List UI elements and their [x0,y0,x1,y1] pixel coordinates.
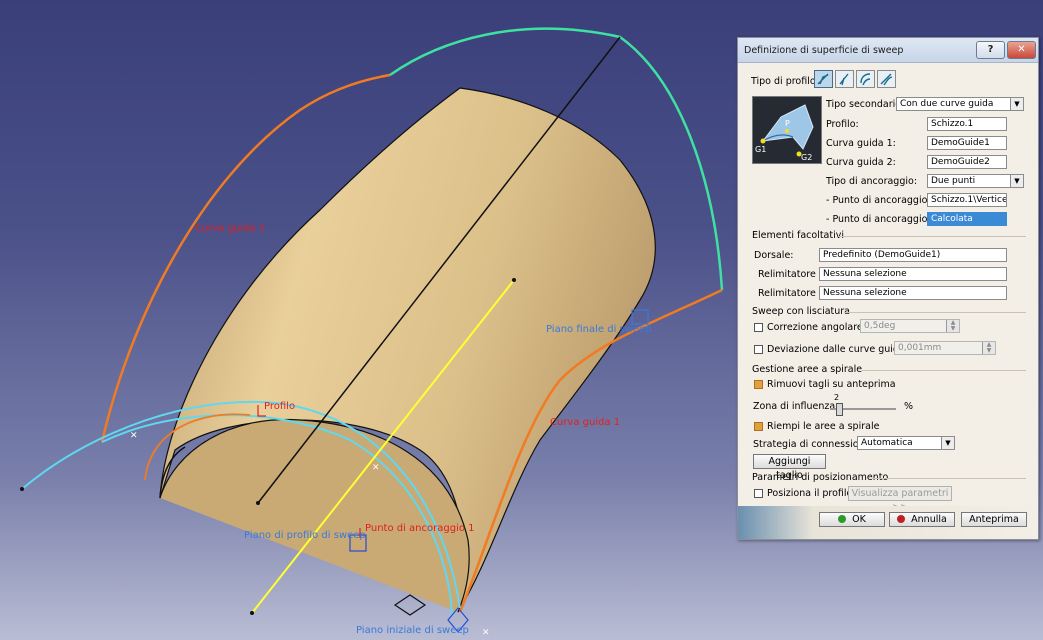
label-curva-guida-1-right[interactable]: Curva guida 1 [550,417,620,428]
slider-thumb[interactable] [836,403,844,416]
sweep-surface-dialog: Definizione di superficie di sweep ? ✕ T… [737,37,1039,540]
ok-icon [838,515,847,523]
profile-preview-image: G1 G2 P [752,96,822,164]
dialog-title: Definizione di superficie di sweep [744,45,904,56]
posizionamento-header: Parametri di posizionamento [752,472,889,483]
chevron-down-icon[interactable]: ▼ [1010,98,1023,110]
lisciatura-header: Sweep con lisciatura [752,306,851,317]
zona-influenza-label: Zona di influenza [753,401,836,412]
label-piano-finale[interactable]: Piano finale di sweep [546,324,652,335]
curve-endpoint [512,278,516,282]
cross-marker: ✕ [482,628,490,638]
spinner-icon[interactable]: ▲ ▼ [982,342,995,354]
tipo-ancoraggio-value: Due punti [931,176,976,186]
annulla-label: Annulla [911,514,947,525]
deviazione-checkbox[interactable] [754,345,763,354]
dorsale-field[interactable]: Predefinito (DemoGuide1) [819,248,1007,262]
annulla-button[interactable]: Annulla [889,512,955,527]
strategia-combo[interactable]: Automatica ▼ [857,436,955,450]
rimuovi-tagli-checkbox[interactable] [754,380,763,389]
dialog-titlebar[interactable]: Definizione di superficie di sweep ? ✕ [738,38,1038,63]
riempi-aree-label: Riempi le aree a spirale [767,421,880,432]
relimitatore-1-field[interactable]: Nessuna selezione [819,267,1007,281]
spinner-icon[interactable]: ▲ ▼ [946,320,959,332]
label-curva-guida-1-left[interactable]: Curva guida 1 [195,223,265,234]
tipo-ancoraggio-label: Tipo di ancoraggio: [826,176,918,187]
strategia-label: Strategia di connessione: [753,439,874,450]
tipo-secondario-label: Tipo secondario: [826,99,905,110]
label-punto-ancoraggio[interactable]: Punto di ancoraggio 1 [365,523,475,534]
curva-guida-1-label: Curva guida 1: [826,138,896,149]
tipo-secondario-value: Con due curve guida [900,99,994,109]
close-button[interactable]: ✕ [1007,41,1036,59]
preview-g1-label: G1 [755,145,767,154]
deviazione-field[interactable]: 0,001mm ▲ ▼ [894,341,996,355]
curva-guida-2-field[interactable]: DemoGuide2 [927,155,1007,169]
spirale-header: Gestione aree a spirale [752,364,863,375]
chevron-down-icon[interactable]: ▼ [1010,175,1023,187]
help-button[interactable]: ? [976,41,1005,59]
riempi-aree-checkbox[interactable] [754,422,763,431]
group-divider [872,478,1026,479]
zona-influenza-unit: % [904,401,914,412]
posiziona-profilo-checkbox[interactable] [754,489,763,498]
deviazione-value: 0,001mm [898,343,942,353]
zona-influenza-value: 2 [834,393,840,402]
deviazione-label: Deviazione dalle curve guida: [767,344,908,355]
correzione-angolare-value: 0,5deg [864,321,896,331]
posiziona-profilo-label: Posiziona il profilo [767,488,853,499]
curve-endpoint [250,611,254,615]
cross-marker: ✕ [130,431,138,441]
relimitatore-2-label: Relimitatore 2: [758,288,829,299]
line-profile-icon[interactable] [835,70,854,88]
punto-ancoraggio-1-field[interactable]: Schizzo.1\Vertice [927,193,1007,207]
profilo-label: Profilo: [826,119,859,130]
cross-marker: ✕ [372,463,380,473]
anteprima-button[interactable]: Anteprima [961,512,1027,527]
correzione-angolare-label: Correzione angolare: [767,322,866,333]
group-divider [838,236,1026,237]
plane-marker-4 [631,309,649,325]
dorsale-label: Dorsale: [754,250,794,261]
cancel-icon [897,515,906,523]
strategia-value: Automatica [861,438,913,448]
relimitatore-1-label: Relimitatore 1: [758,269,829,280]
punto-ancoraggio-1-label: - Punto di ancoraggio 1: [826,195,940,206]
preview-g2-label: G2 [801,153,813,162]
tipo-secondario-combo[interactable]: Con due curve guida ▼ [896,97,1024,111]
preview-p-label: P [785,119,790,128]
zona-influenza-slider[interactable] [830,403,896,416]
ok-label: OK [852,514,866,525]
curva-guida-1-field[interactable]: DemoGuide1 [927,136,1007,150]
group-divider [844,312,1026,313]
curve-endpoint [256,501,260,505]
elementi-facoltativi-header: Elementi facoltativi [752,230,845,241]
plane-marker-2 [393,594,427,616]
label-profilo[interactable]: Profilo [264,401,295,412]
tipo-ancoraggio-combo[interactable]: Due punti ▼ [927,174,1024,188]
relimitatore-2-field[interactable]: Nessuna selezione [819,286,1007,300]
visualizza-parametri-button[interactable]: Visualizza parametri >> [848,486,952,513]
label-piano-iniziale[interactable]: Piano iniziale di sweep [356,625,469,636]
ok-button[interactable]: OK [819,512,885,527]
label-piano-profilo[interactable]: Piano di profilo di sweep [244,530,366,541]
tipo-profilo-label: Tipo di profilo: [751,76,819,87]
punto-ancoraggio-2-field[interactable]: Calcolata [927,212,1007,226]
aggiungi-taglio-button[interactable]: Aggiungi taglio [753,454,826,481]
correzione-angolare-field[interactable]: 0,5deg ▲ ▼ [860,319,960,333]
group-divider [862,370,1026,371]
conic-profile-icon[interactable] [877,70,896,88]
profilo-field[interactable]: Schizzo.1 [927,117,1007,131]
circle-profile-icon[interactable] [856,70,875,88]
curva-guida-2-label: Curva guida 2: [826,157,896,168]
correzione-angolare-checkbox[interactable] [754,323,763,332]
punto-ancoraggio-2-label: - Punto di ancoraggio 2: [826,214,940,225]
rimuovi-tagli-label: Rimuovi tagli su anteprima [767,379,896,390]
explicit-profile-icon[interactable] [814,70,833,88]
chevron-down-icon[interactable]: ▼ [941,437,954,449]
curve-endpoint [20,487,24,491]
